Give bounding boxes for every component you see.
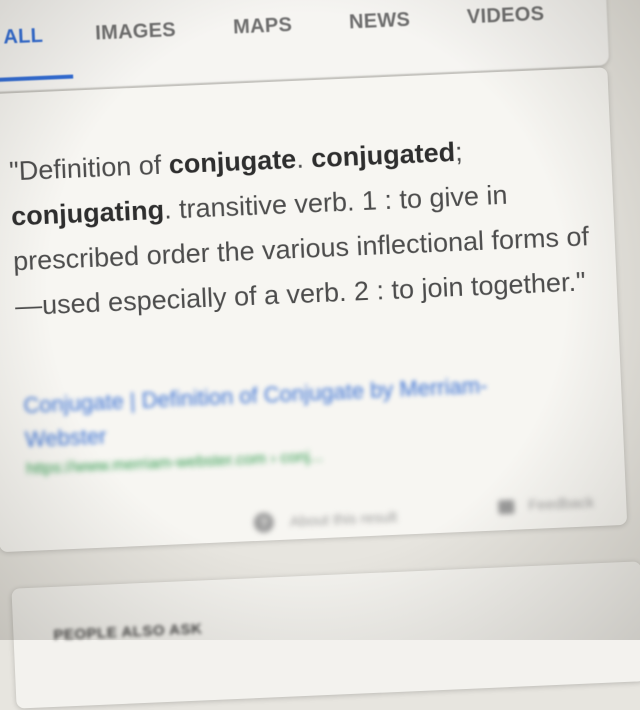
search-results-view: ALL IMAGES MAPS NEWS VIDEOS "Definition … (0, 0, 640, 709)
snippet-text-part: . (295, 143, 312, 174)
tab-maps[interactable]: MAPS (233, 14, 293, 40)
snippet-highlight: conjugating (10, 194, 165, 232)
about-label: About this result (289, 508, 398, 531)
feedback-button[interactable]: Feedback (498, 494, 595, 515)
snippet-highlight: conjugated (310, 136, 456, 174)
tab-images[interactable]: IMAGES (95, 19, 177, 45)
feedback-icon (498, 499, 515, 514)
info-icon: ? (253, 512, 275, 534)
snippet-highlight: conjugate (168, 143, 297, 180)
feedback-label: Feedback (527, 494, 595, 515)
featured-snippet-card: "Definition of conjugate. conjugated; co… (0, 67, 628, 553)
tab-all[interactable]: ALL (3, 25, 44, 50)
snippet-text: "Definition of conjugate. conjugated; co… (8, 124, 607, 330)
active-tab-indicator (0, 74, 74, 83)
people-also-ask-card: PEOPLE ALSO ASK (11, 561, 640, 709)
snippet-text-part: Definition of (18, 149, 170, 186)
tab-videos[interactable]: VIDEOS (466, 3, 544, 29)
tab-news[interactable]: NEWS (349, 9, 411, 35)
snippet-text-part: ; (454, 136, 464, 167)
people-also-ask-title: PEOPLE ALSO ASK (53, 620, 203, 644)
about-this-result-button[interactable]: ? About this result (253, 507, 398, 534)
